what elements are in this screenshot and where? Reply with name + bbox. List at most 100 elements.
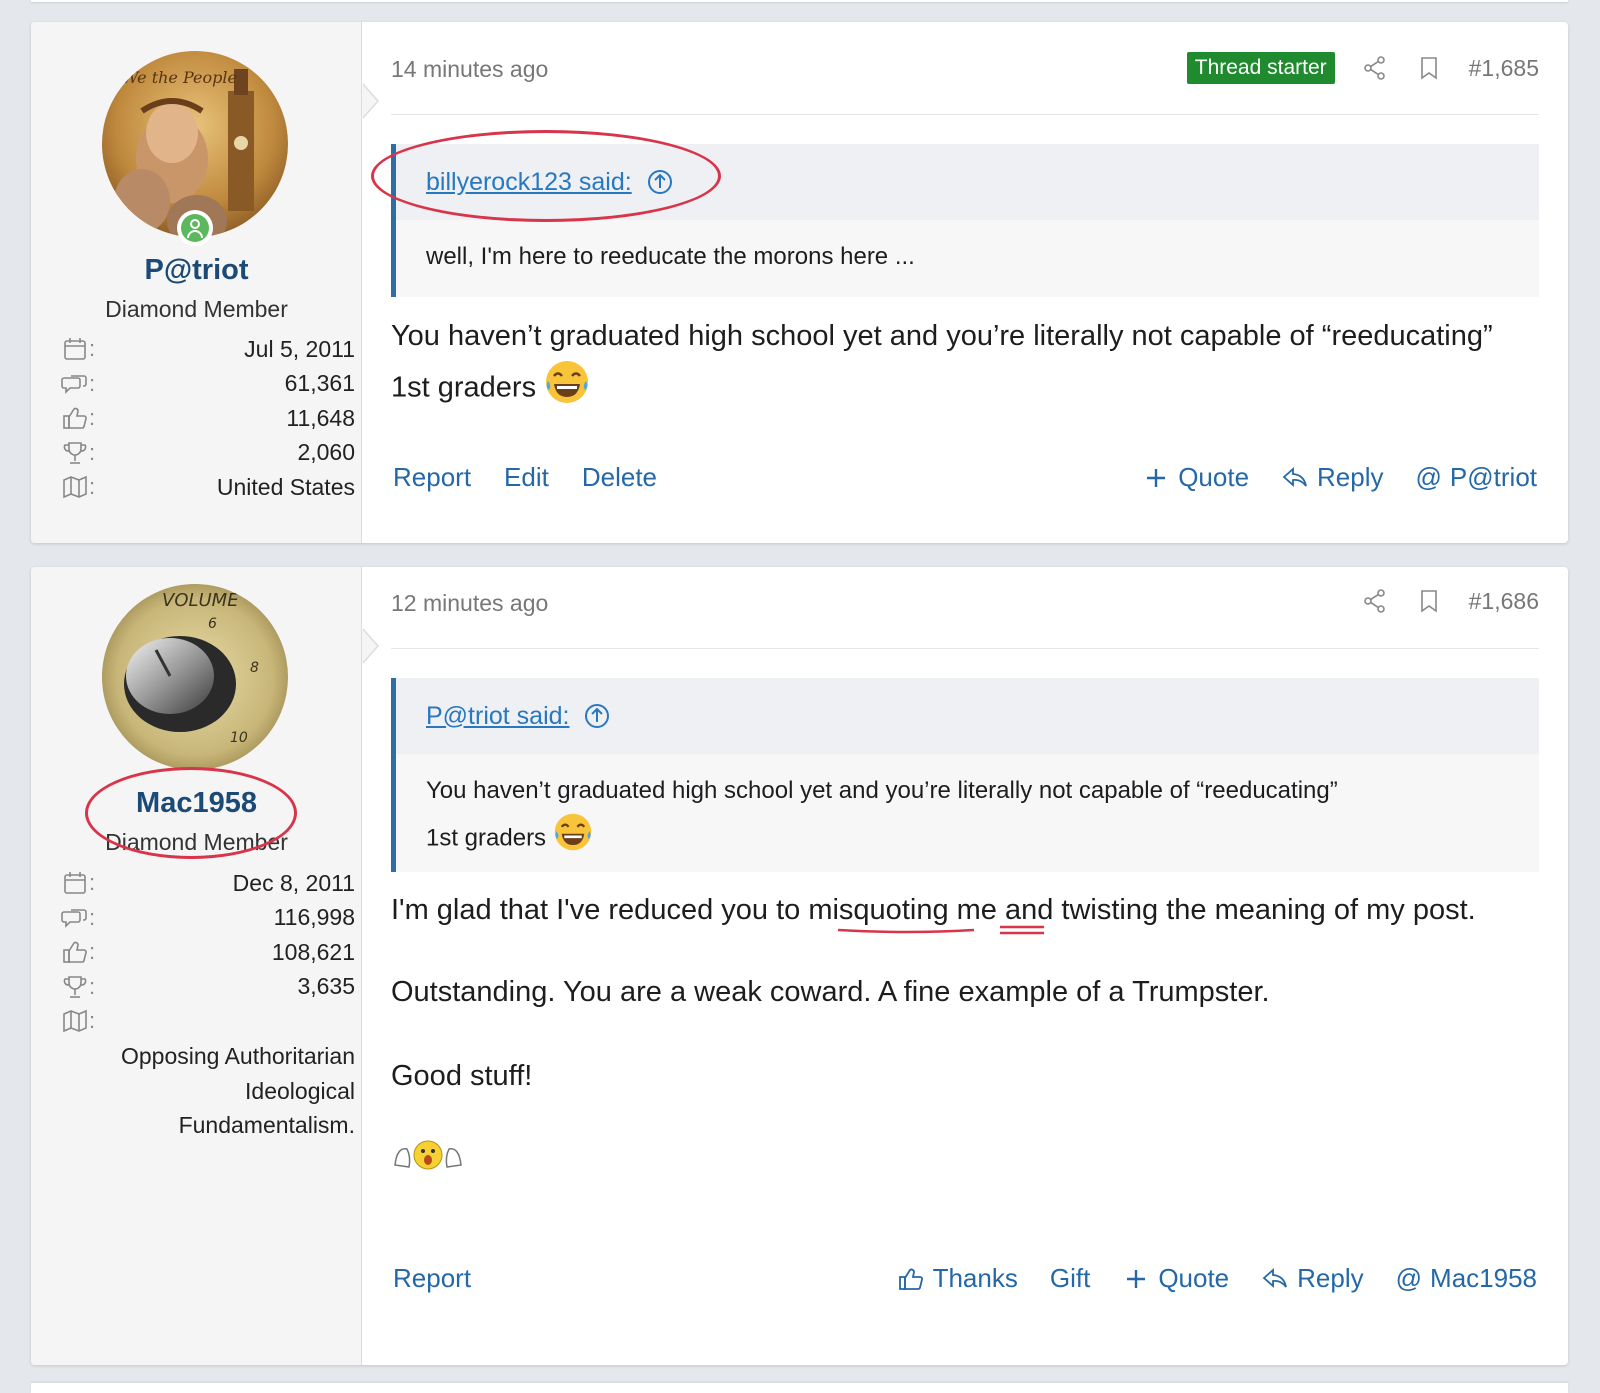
stat-value: 2,060: [297, 439, 355, 466]
svg-text:We the People: We the People: [122, 68, 237, 87]
reply-button[interactable]: Reply: [1281, 462, 1384, 493]
share-icon[interactable]: [1361, 54, 1389, 82]
svg-text:8: 8: [250, 660, 259, 676]
svg-text:6: 6: [208, 616, 217, 632]
stat-value: 3,635: [297, 973, 355, 1000]
username[interactable]: Mac1958: [31, 787, 362, 820]
quote-text: well, I'm here to reeducate the morons h…: [426, 243, 915, 270]
stat-location: : United States: [61, 470, 355, 505]
thread-starter-badge: Thread starter: [1186, 52, 1335, 84]
post-header-tools: Thread starter #1,685: [1186, 52, 1539, 84]
post-timestamp[interactable]: 12 minutes ago: [391, 590, 548, 617]
thanks-button[interactable]: Thanks: [897, 1263, 1018, 1294]
quote-header: billyerock123 said:: [396, 144, 1539, 220]
stat-value: United States: [216, 473, 355, 500]
post-paragraph: Outstanding. You are a weak coward. A fi…: [391, 976, 1270, 1008]
trophy-icon: :: [61, 439, 95, 467]
username[interactable]: P@triot: [31, 254, 362, 287]
quote-block: P@triot said: You haven’t graduated high…: [391, 678, 1539, 872]
stat-messages: : 116,998: [61, 901, 355, 936]
post-header-tools: #1,686: [1361, 587, 1539, 615]
quote-author-link[interactable]: P@triot said:: [426, 702, 569, 731]
svg-text:10: 10: [230, 730, 248, 746]
bookmark-icon[interactable]: [1415, 54, 1443, 82]
post-1686: VOLUME 6 8 10 Mac1958 Diamond Member : D…: [31, 567, 1568, 1365]
reply-icon: [1282, 466, 1307, 487]
thumbs-up-icon: :: [61, 938, 95, 966]
post-timestamp[interactable]: 14 minutes ago: [391, 56, 548, 83]
stat-joined: : Jul 5, 2011: [61, 332, 355, 367]
user-info-panel: VOLUME 6 8 10 Mac1958 Diamond Member : D…: [31, 567, 362, 1365]
trophy-icon: :: [61, 973, 95, 1001]
mention-button[interactable]: @ Mac1958: [1396, 1263, 1537, 1294]
stat-value: 116,998: [273, 904, 355, 931]
stat-value: 108,621: [271, 938, 355, 965]
at-icon: @: [1395, 1263, 1423, 1293]
header-divider: [391, 648, 1539, 649]
share-icon[interactable]: [1361, 587, 1389, 615]
quote-author-link[interactable]: billyerock123 said:: [426, 168, 632, 197]
plus-icon: [1147, 468, 1166, 487]
misspelled-word: me: [956, 894, 997, 926]
post-number-link[interactable]: #1,686: [1469, 588, 1539, 615]
avatar[interactable]: VOLUME 6 8 10: [102, 584, 288, 770]
quote-button[interactable]: Quote: [1122, 1263, 1229, 1294]
mention-button[interactable]: @ P@triot: [1416, 462, 1537, 493]
delete-link[interactable]: Delete: [582, 462, 657, 493]
report-link[interactable]: Report: [393, 1263, 471, 1294]
user-stats: : Dec 8, 2011 : 116,998 : 108,621: 3,63…: [61, 866, 355, 1039]
post-body: I'm glad that I've reduced you to misquo…: [391, 889, 1528, 1187]
thumbs-up-icon: [898, 1268, 923, 1290]
calendar-icon: :: [61, 869, 95, 897]
next-post-edge: [31, 1383, 1568, 1393]
at-icon: @: [1415, 462, 1442, 492]
post-paragraph: I'm glad that I've reduced you to misquo…: [391, 894, 1476, 926]
post-actions: Report Thanks Gift Quote Reply @ Mac1958: [393, 1263, 1537, 1294]
tears-of-joy-emoji-icon: [553, 812, 593, 866]
stat-trophies: : 3,635: [61, 970, 355, 1005]
stat-trophies: : 2,060: [61, 436, 355, 471]
stat-joined: : Dec 8, 2011: [61, 866, 355, 901]
report-link[interactable]: Report: [393, 462, 471, 493]
jump-to-quote-icon[interactable]: [646, 168, 674, 196]
reply-icon: [1262, 1267, 1288, 1288]
quote-block: billyerock123 said: well, I'm here to re…: [391, 144, 1539, 297]
user-location: Opposing Authoritarian Ideological Funda…: [121, 1043, 355, 1138]
quote-button[interactable]: Quote: [1142, 462, 1249, 493]
messages-icon: :: [61, 904, 95, 932]
stat-value: Jul 5, 2011: [244, 335, 355, 362]
user-info-panel: We the People P@triot Diamond Member : J…: [31, 22, 362, 543]
gift-button[interactable]: Gift: [1050, 1263, 1090, 1294]
plus-icon: [1127, 1269, 1146, 1288]
messages-icon: :: [61, 370, 95, 398]
header-divider: [391, 114, 1539, 115]
previous-post-edge: [31, 0, 1568, 2]
stat-reactions: : 108,621: [61, 935, 355, 970]
post-1685: We the People P@triot Diamond Member : J…: [31, 22, 1568, 543]
post-number-link[interactable]: #1,685: [1469, 55, 1539, 82]
online-status-icon: [177, 210, 213, 246]
thumbs-up-icon: :: [61, 404, 95, 432]
stat-value: 11,648: [286, 404, 355, 431]
map-icon: :: [61, 473, 95, 501]
quote-header: P@triot said:: [396, 678, 1539, 754]
edit-link[interactable]: Edit: [504, 462, 549, 493]
user-stats: : Jul 5, 2011 : 61,361 : 11,648: 2,060 …: [61, 332, 355, 505]
stat-value: 61,361: [284, 370, 355, 397]
tears-of-joy-emoji-icon: [544, 359, 590, 419]
stat-messages: : 61,361: [61, 367, 355, 402]
map-icon: :: [61, 1007, 95, 1035]
stat-location: :: [61, 1004, 355, 1039]
post-body: You haven’t graduated high school yet an…: [391, 313, 1528, 419]
misspelled-word: misquoting: [808, 894, 949, 926]
clapping-smiley-icon: [391, 1135, 1528, 1187]
jump-to-quote-icon[interactable]: [583, 702, 611, 730]
stat-reactions: : 11,648: [61, 401, 355, 436]
post-actions: Report Edit Delete Quote Reply @ P@triot: [393, 462, 1537, 493]
quote-text: You haven’t graduated high school yet an…: [396, 754, 1539, 866]
calendar-icon: :: [61, 335, 95, 363]
svg-text:VOLUME: VOLUME: [162, 590, 239, 611]
bookmark-icon[interactable]: [1415, 587, 1443, 615]
post-content: 12 minutes ago #1,686 P@triot said: You …: [362, 567, 1568, 1365]
reply-button[interactable]: Reply: [1261, 1263, 1364, 1294]
